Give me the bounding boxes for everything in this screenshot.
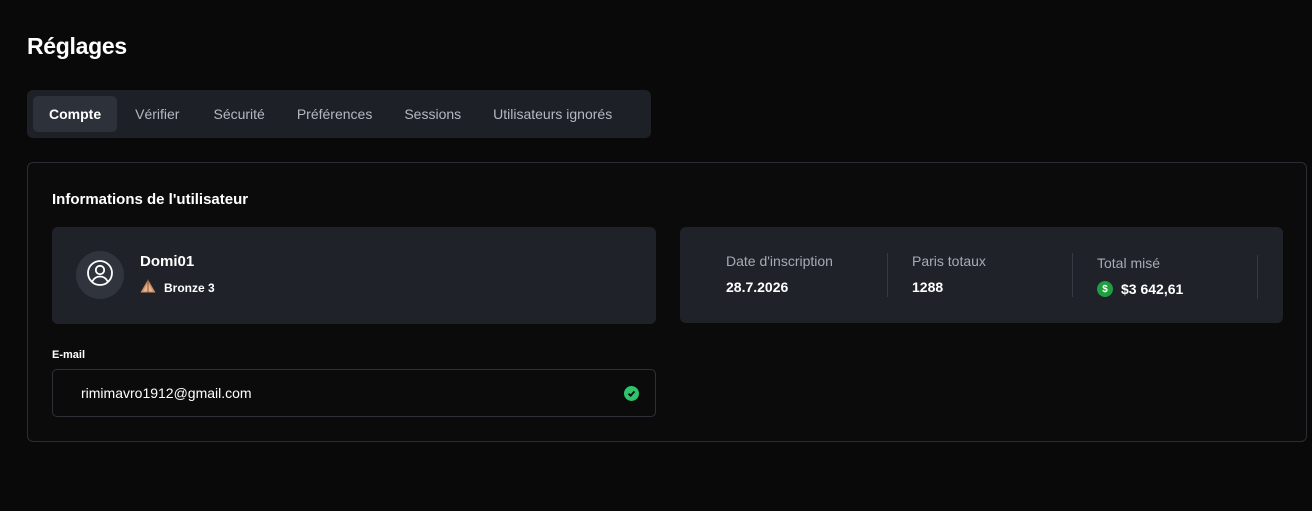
tab-sessions[interactable]: Sessions — [388, 96, 477, 132]
stat-total-wagered: Total misé $ $3 642,61 — [1097, 255, 1258, 299]
email-field-wrapper — [52, 369, 656, 417]
stat-total-bets: Paris totaux 1288 — [912, 253, 1073, 297]
email-label: E-mail — [52, 349, 86, 361]
tab-security[interactable]: Sécurité — [197, 96, 280, 132]
tab-verify[interactable]: Vérifier — [117, 96, 197, 132]
settings-tabs: Compte Vérifier Sécurité Préférences Ses… — [27, 90, 651, 138]
tab-preferences[interactable]: Préférences — [281, 96, 388, 132]
user-profile-box: Domi01 Bronze 3 — [52, 227, 656, 324]
rank-badge: Bronze 3 — [140, 279, 215, 296]
stat-registration-date: Date d'inscription 28.7.2026 — [726, 253, 888, 297]
user-circle-icon — [86, 259, 114, 292]
user-info-card: Informations de l'utilisateur Domi01 Bro… — [27, 162, 1307, 442]
stat-label: Total misé — [1097, 255, 1161, 271]
stat-value: 28.7.2026 — [726, 279, 789, 295]
section-title: Informations de l'utilisateur — [52, 191, 249, 208]
username: Domi01 — [140, 253, 195, 270]
stat-value-row: $ $3 642,61 — [1097, 281, 1257, 297]
bronze-rank-icon — [140, 279, 156, 296]
email-field[interactable] — [81, 385, 624, 401]
tab-account[interactable]: Compte — [33, 96, 118, 132]
check-circle-icon — [624, 385, 639, 401]
user-stats-box: Date d'inscription 28.7.2026 Paris totau… — [680, 227, 1283, 323]
stat-label: Paris totaux — [912, 253, 986, 269]
avatar — [76, 251, 124, 299]
stat-label: Date d'inscription — [726, 253, 833, 269]
tab-ignored-users[interactable]: Utilisateurs ignorés — [477, 96, 628, 132]
page-title: Réglages — [27, 33, 127, 59]
settings-page: Réglages Compte Vérifier Sécurité Préfér… — [0, 0, 1312, 511]
dollar-coin-icon: $ — [1097, 281, 1113, 297]
rank-label: Bronze 3 — [164, 280, 215, 295]
stat-value: $3 642,61 — [1121, 281, 1184, 297]
stat-value: 1288 — [912, 279, 944, 295]
